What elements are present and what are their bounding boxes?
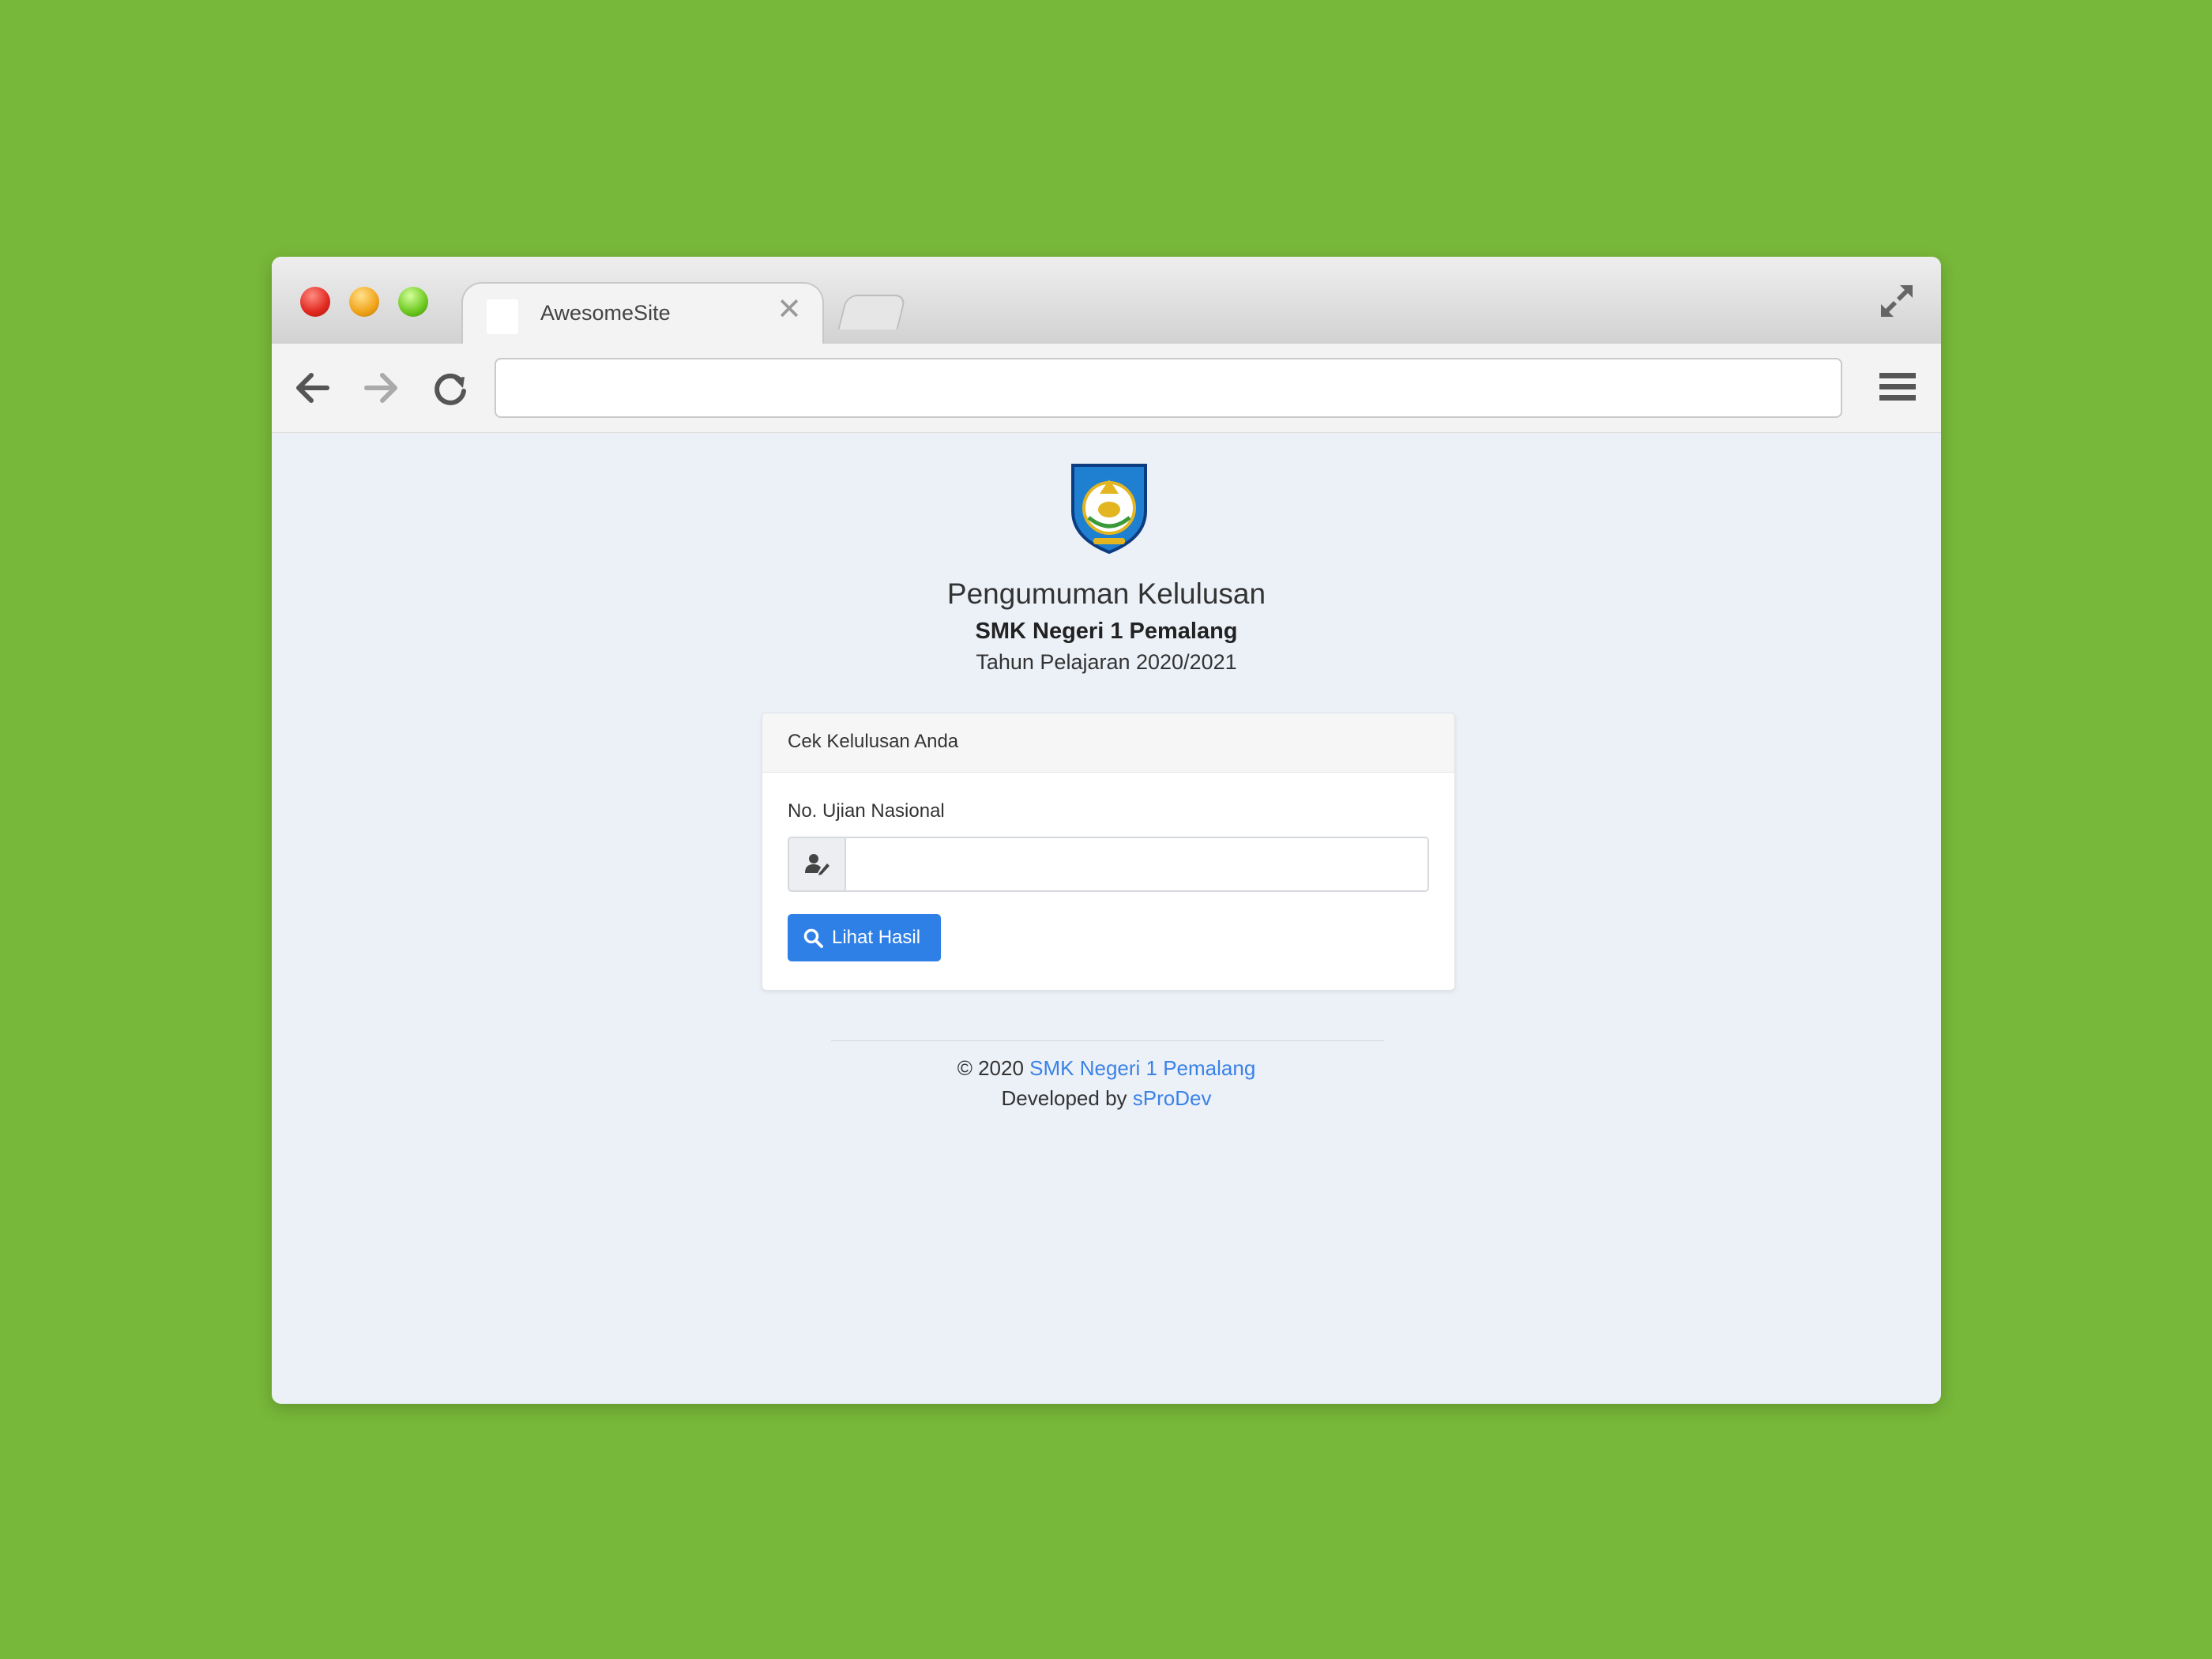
exam-number-input-group: [788, 837, 1429, 892]
exam-number-label: No. Ujian Nasional: [788, 800, 945, 822]
page-title: Pengumuman Kelulusan: [946, 577, 1266, 610]
zoom-window-button[interactable]: [398, 287, 428, 317]
view-result-button[interactable]: Lihat Hasil: [788, 914, 941, 961]
forward-arrow-icon[interactable]: [360, 367, 401, 408]
user-edit-icon: [805, 854, 830, 875]
expand-icon[interactable]: [1876, 280, 1917, 322]
card-title: Cek Kelulusan Anda: [788, 731, 959, 752]
tab-title: AwesomeSite: [540, 301, 671, 325]
search-icon: [803, 928, 823, 948]
school-name: SMK Negeri 1 Pemalang: [975, 619, 1238, 644]
page-content: Pengumuman Kelulusan SMK Negeri 1 Pemala…: [272, 432, 1941, 1404]
input-addon: [789, 838, 846, 890]
browser-window: AwesomeSite ✕ Pengumuman Kelulusan SMK N…: [272, 257, 1941, 1404]
minimize-window-button[interactable]: [349, 287, 379, 317]
developer-link[interactable]: sProDev: [1133, 1086, 1212, 1110]
tab-bar: AwesomeSite ✕: [272, 257, 1941, 347]
footer-copyright: © 2020 SMK Negeri 1 Pemalang: [272, 1056, 1941, 1081]
address-bar[interactable]: [495, 358, 1842, 418]
school-emblem-logo: [1071, 464, 1147, 555]
back-arrow-icon[interactable]: [292, 367, 333, 408]
reload-icon[interactable]: [430, 367, 471, 408]
tab-close-icon[interactable]: ✕: [777, 295, 802, 325]
footer-developer: Developed by sProDev: [272, 1086, 1941, 1111]
view-result-label: Lihat Hasil: [832, 927, 921, 948]
close-window-button[interactable]: [300, 287, 330, 317]
copyright-text: © 2020: [957, 1056, 1024, 1080]
card-header: Cek Kelulusan Anda: [762, 713, 1454, 773]
browser-toolbar: [272, 344, 1941, 433]
developed-by-text: Developed by: [1001, 1086, 1127, 1110]
exam-number-input[interactable]: [846, 838, 1428, 890]
school-link[interactable]: SMK Negeri 1 Pemalang: [1029, 1056, 1255, 1080]
graduation-check-card: Cek Kelulusan Anda No. Ujian Nasional Li…: [762, 713, 1455, 991]
page-icon: [487, 299, 518, 334]
hamburger-menu-icon[interactable]: [1878, 370, 1917, 404]
footer-divider: [831, 1040, 1384, 1041]
academic-year: Tahun Pelajaran 2020/2021: [976, 650, 1237, 674]
new-tab-button[interactable]: [837, 295, 907, 329]
tab-awesomesite[interactable]: AwesomeSite ✕: [461, 282, 824, 347]
